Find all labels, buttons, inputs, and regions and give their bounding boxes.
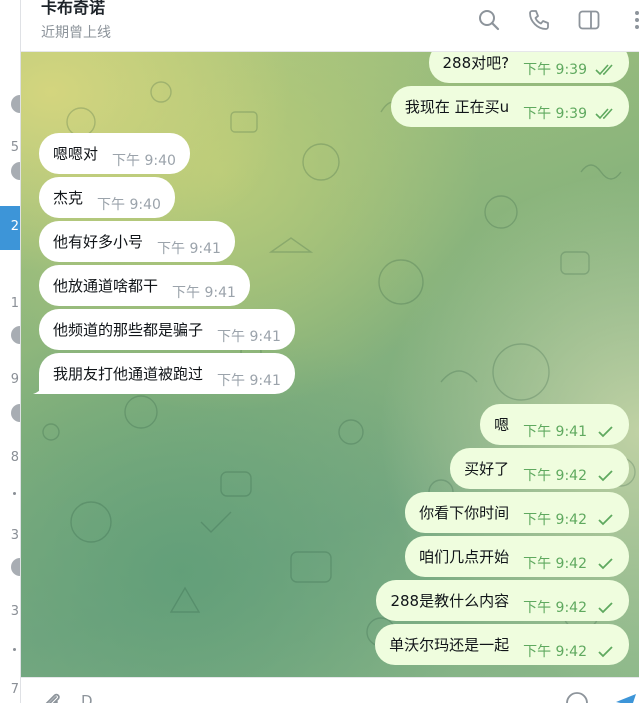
chat-count: 1 — [10, 296, 19, 311]
message-time: 下午 9:40 — [97, 196, 161, 213]
message-time: 下午 9:39 — [523, 105, 587, 122]
check-icon — [595, 556, 615, 570]
check-icon — [595, 600, 615, 614]
attach-icon[interactable] — [39, 690, 65, 703]
message-text: 单沃尔玛还是一起 — [389, 636, 510, 654]
more-icon[interactable] — [625, 8, 639, 32]
unread-badge — [11, 95, 20, 113]
send-icon[interactable] — [613, 690, 639, 703]
message-incoming[interactable]: 杰克 下午 9:40 — [39, 177, 175, 218]
message-text: 咱们几点开始 — [419, 548, 510, 566]
message-text: 我朋友打他通道被跑过 — [53, 365, 204, 383]
chat-count: 3 — [10, 604, 19, 619]
message-text: 288是教什么内容 — [390, 592, 510, 610]
chat-count: 5 — [10, 140, 19, 155]
message-time: 下午 9:40 — [112, 152, 176, 169]
message-time: 下午 9:39 — [523, 61, 587, 78]
chat-count: 9 — [10, 372, 19, 387]
message-list[interactable]: 288对吧? 下午 9:39 我现在 正在买u 下午 9:39 嗯嗯对 下午 9… — [21, 52, 639, 677]
sidebar-toggle-icon[interactable] — [577, 8, 601, 32]
message-text: 他频道的那些都是骗子 — [53, 321, 204, 339]
message-outgoing[interactable]: 你看下你时间 下午 9:42 — [405, 492, 629, 533]
chat-list-item[interactable]: 3 — [0, 604, 20, 648]
message-text: 你看下你时间 — [419, 504, 510, 522]
message-outgoing[interactable]: 288对吧? 下午 9:39 — [428, 52, 629, 83]
message-text: 288对吧? — [442, 54, 510, 72]
check-icon — [595, 468, 615, 482]
check-icon — [595, 644, 615, 658]
message-time: 下午 9:41 — [157, 240, 221, 257]
double-check-icon — [595, 106, 615, 120]
chat-title[interactable]: 卡布奇诺 — [41, 0, 105, 18]
message-time: 下午 9:42 — [523, 511, 587, 528]
message-time: 下午 9:42 — [523, 643, 587, 660]
search-icon[interactable] — [477, 8, 501, 32]
message-text: 他放通道啥都干 — [53, 277, 159, 295]
chat-count: 3 — [10, 528, 19, 543]
message-outgoing[interactable]: 买好了 下午 9:42 — [450, 448, 629, 489]
message-outgoing[interactable]: 单沃尔玛还是一起 下午 9:42 — [375, 624, 629, 665]
chat-list-strip: 5 2 1 9 8 3 3 7 — [0, 0, 21, 703]
message-outgoing[interactable]: 我现在 正在买u 下午 9:39 — [390, 86, 629, 127]
chat-status: 近期曾上线 — [41, 25, 111, 41]
chat-count: 8 — [10, 450, 19, 465]
phone-icon[interactable] — [527, 8, 551, 32]
message-input[interactable] — [81, 692, 551, 703]
message-time: 下午 9:42 — [523, 555, 587, 572]
message-composer — [21, 677, 639, 703]
message-time: 下午 9:41 — [217, 328, 281, 345]
chat-count: 2 — [10, 219, 19, 234]
message-text: 买好了 — [464, 460, 510, 478]
double-check-icon — [595, 62, 615, 76]
emoji-icon[interactable] — [564, 690, 590, 703]
dot-indicator — [13, 492, 16, 495]
message-outgoing[interactable]: 咱们几点开始 下午 9:42 — [405, 536, 629, 577]
message-incoming[interactable]: 他频道的那些都是骗子 下午 9:41 — [39, 309, 295, 350]
message-outgoing[interactable]: 288是教什么内容 下午 9:42 — [376, 580, 629, 621]
message-text: 嗯嗯对 — [53, 145, 99, 163]
message-time: 下午 9:41 — [523, 423, 587, 440]
bubble-tail — [33, 380, 47, 394]
unread-badge — [11, 558, 20, 576]
message-incoming[interactable]: 我朋友打他通道被跑过 下午 9:41 — [33, 353, 295, 394]
message-text: 杰克 — [53, 189, 84, 207]
message-time: 下午 9:42 — [523, 599, 587, 616]
chat-list-item[interactable]: 8 — [0, 450, 20, 494]
unread-badge — [11, 326, 20, 344]
message-text: 我现在 正在买u — [404, 98, 510, 116]
chat-list-item[interactable]: 7 — [0, 682, 20, 703]
message-time: 下午 9:42 — [523, 467, 587, 484]
check-icon — [595, 424, 615, 438]
message-text: 嗯 — [494, 416, 510, 434]
check-icon — [595, 512, 615, 526]
chat-header: 卡布奇诺 近期曾上线 — [21, 0, 639, 52]
message-incoming[interactable]: 他放通道啥都干 下午 9:41 — [39, 265, 250, 306]
message-time: 下午 9:41 — [217, 372, 281, 389]
message-time: 下午 9:41 — [172, 284, 236, 301]
unread-badge — [11, 404, 20, 422]
message-outgoing[interactable]: 嗯 下午 9:41 — [480, 404, 629, 445]
message-incoming[interactable]: 他有好多小号 下午 9:41 — [39, 221, 235, 262]
message-incoming[interactable]: 嗯嗯对 下午 9:40 — [39, 133, 190, 174]
chat-list-item-active[interactable]: 2 — [0, 206, 20, 250]
message-text: 他有好多小号 — [53, 233, 144, 251]
chat-count: 7 — [10, 682, 19, 697]
dot-indicator — [13, 648, 16, 651]
